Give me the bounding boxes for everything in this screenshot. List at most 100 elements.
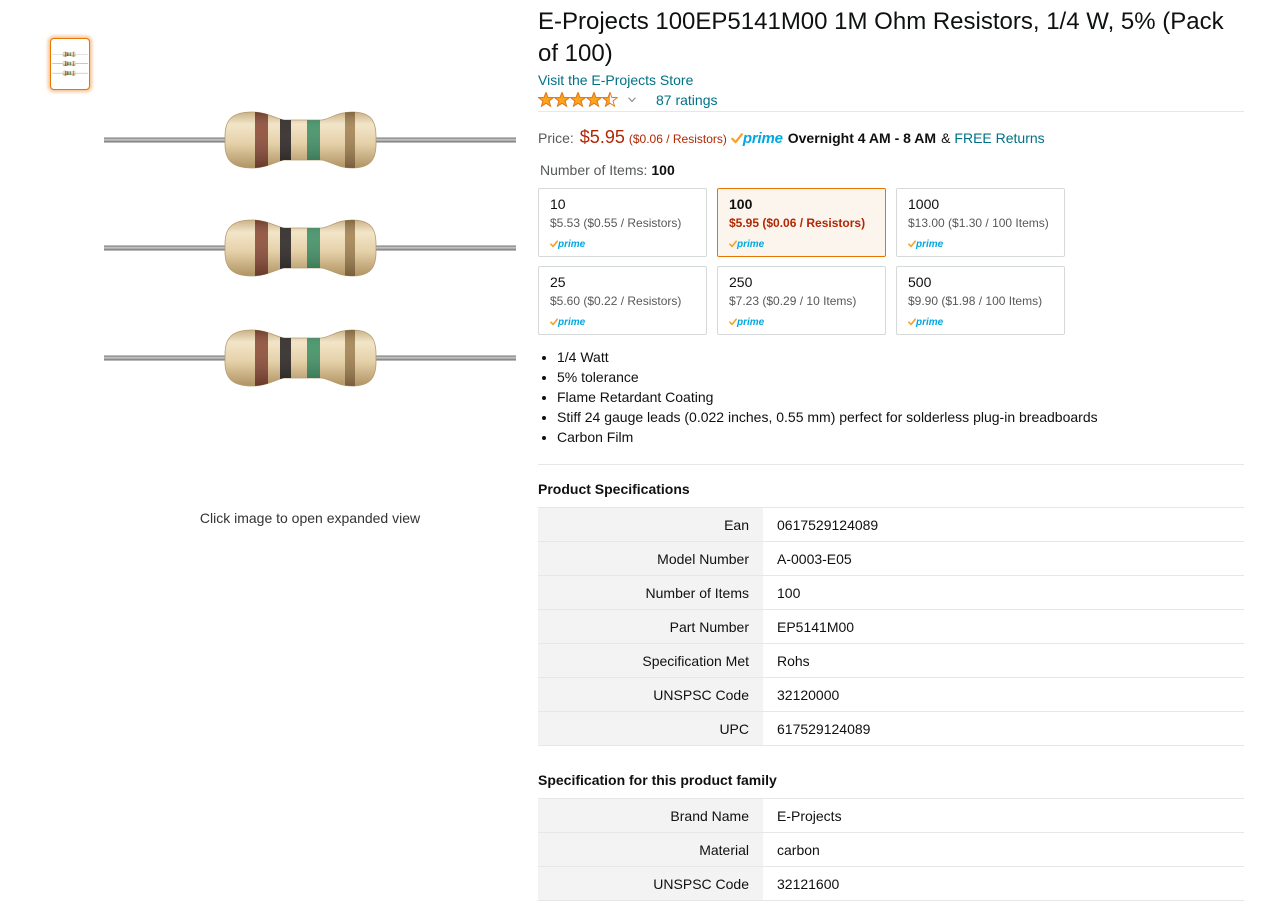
spec-row: UNSPSC Code 32120000 — [538, 677, 1244, 711]
feature-bullet: 5% tolerance — [557, 367, 1244, 387]
number-of-items-label: Number of Items: — [540, 162, 648, 178]
price-row: Price: $5.95 ($0.06 / Resistors) prime O… — [538, 124, 1045, 150]
quantity-option-250[interactable]: 250 $7.23 ($0.29 / 10 Items) prime — [717, 266, 886, 335]
quantity-option-100[interactable]: 100 $5.95 ($0.06 / Resistors) prime — [717, 188, 886, 257]
spec-value: Rohs — [777, 652, 810, 669]
thumbnail-image[interactable] — [50, 38, 90, 90]
product-title: E-Projects 100EP5141M00 1M Ohm Resistors… — [538, 8, 1224, 67]
prime-logo: prime — [731, 128, 783, 149]
number-of-items-value: 100 — [651, 162, 675, 178]
spec-label: UNSPSC Code — [538, 867, 763, 900]
resistor — [104, 328, 516, 388]
product-specifications-heading: Product Specifications — [538, 481, 690, 497]
feature-bullets: 1/4 Watt 5% tolerance Flame Retardant Co… — [538, 347, 1244, 447]
prime-logo: prime — [908, 313, 943, 330]
chevron-down-icon[interactable] — [628, 97, 636, 103]
ratings-count-link[interactable]: 87 ratings — [656, 90, 717, 110]
star-icon — [585, 92, 603, 108]
prime-wordmark: prime — [742, 130, 783, 147]
spec-row: Material carbon — [538, 832, 1244, 866]
spec-label: Number of Items — [538, 576, 763, 609]
resistor — [104, 110, 516, 170]
prime-logo: prime — [729, 235, 764, 252]
spec-value: E-Projects — [777, 807, 842, 824]
prime-wordmark: prime — [558, 239, 586, 250]
prime-wordmark: prime — [558, 317, 586, 328]
store-link[interactable]: Visit the E-Projects Store — [538, 70, 693, 90]
quantity-option-25[interactable]: 25 $5.60 ($0.22 / Resistors) prime — [538, 266, 707, 335]
check-icon — [550, 318, 558, 326]
price-per-unit: ($0.06 / Resistors) — [628, 132, 727, 146]
product-specifications-table: Ean 0617529124089 Model Number A-0003-E0… — [538, 507, 1244, 746]
star-icon — [601, 92, 618, 108]
option-quantity: 10 — [550, 196, 566, 212]
rating-row: 87 ratings — [538, 90, 717, 110]
prime-wordmark: prime — [737, 317, 765, 328]
option-quantity: 500 — [908, 274, 932, 290]
check-icon — [550, 240, 558, 248]
prime-logo: prime — [729, 313, 764, 330]
option-quantity: 100 — [729, 196, 753, 212]
number-of-items: Number of Items: 100 — [540, 160, 675, 180]
check-icon — [729, 240, 737, 248]
spec-label: Model Number — [538, 542, 763, 575]
spec-value: 32120000 — [777, 686, 840, 703]
option-price: $7.23 ($0.29 / 10 Items) — [729, 294, 857, 308]
resistor — [104, 218, 516, 278]
divider — [538, 111, 1244, 112]
feature-bullet: Carbon Film — [557, 427, 1244, 447]
option-quantity: 25 — [550, 274, 566, 290]
spec-row: Ean 0617529124089 — [538, 507, 1244, 541]
spec-row: Part Number EP5141M00 — [538, 609, 1244, 643]
option-price: $5.53 ($0.55 / Resistors) — [550, 216, 682, 230]
spec-row: Model Number A-0003-E05 — [538, 541, 1244, 575]
spec-row: Number of Items 100 — [538, 575, 1244, 609]
option-quantity: 1000 — [908, 196, 940, 212]
quantity-option-1000[interactable]: 1000 $13.00 ($1.30 / 100 Items) prime — [896, 188, 1065, 257]
spec-label: Specification Met — [538, 644, 763, 677]
spec-row: Brand Name E-Projects — [538, 798, 1244, 832]
spec-value: carbon — [777, 841, 820, 858]
prime-logo: prime — [550, 313, 585, 330]
star-icon — [569, 92, 587, 108]
thumbnail-resistors-picture — [52, 46, 88, 82]
option-price: $13.00 ($1.30 / 100 Items) — [908, 216, 1049, 230]
spec-label: Material — [538, 833, 763, 866]
prime-wordmark: prime — [737, 239, 765, 250]
check-icon — [908, 240, 916, 248]
check-icon — [729, 318, 737, 326]
option-quantity: 250 — [729, 274, 753, 290]
feature-bullet: Stiff 24 gauge leads (0.022 inches, 0.55… — [557, 407, 1244, 427]
quantity-option-10[interactable]: 10 $5.53 ($0.55 / Resistors) prime — [538, 188, 707, 257]
spec-row: UNSPSC Code 32121600 — [538, 866, 1244, 901]
spec-value: A-0003-E05 — [777, 550, 852, 567]
option-price: $9.90 ($1.98 / 100 Items) — [908, 294, 1043, 308]
prime-logo: prime — [550, 235, 585, 252]
feature-bullet: Flame Retardant Coating — [557, 387, 1244, 407]
resistors-picture — [104, 45, 516, 460]
star-rating[interactable] — [538, 92, 618, 108]
option-price: $5.60 ($0.22 / Resistors) — [550, 294, 682, 308]
prime-logo: prime — [908, 235, 943, 252]
spec-value: 617529124089 — [777, 720, 871, 737]
price-label: Price: — [538, 130, 574, 146]
spec-label: Part Number — [538, 610, 763, 643]
quantity-option-500[interactable]: 500 $9.90 ($1.98 / 100 Items) prime — [896, 266, 1065, 335]
spec-value: EP5141M00 — [777, 618, 855, 635]
connector-text: & — [941, 130, 951, 146]
delivery-window: Overnight 4 AM - 8 AM — [787, 130, 937, 146]
quantity-options: 10 $5.53 ($0.55 / Resistors) prime 100 $… — [538, 188, 1065, 335]
product-details: E-Projects 100EP5141M00 1M Ohm Resistors… — [538, 0, 1244, 906]
main-product-image[interactable] — [104, 45, 516, 460]
image-caption: Click image to open expanded view — [199, 510, 421, 526]
divider — [538, 464, 1244, 465]
price-amount: $5.95 — [579, 127, 625, 147]
spec-value: 32121600 — [777, 875, 840, 892]
prime-wordmark: prime — [916, 239, 944, 250]
spec-label: Ean — [538, 508, 763, 541]
check-icon — [731, 133, 743, 144]
star-icon — [538, 92, 555, 108]
prime-wordmark: prime — [916, 317, 944, 328]
option-price: $5.95 ($0.06 / Resistors) — [729, 216, 866, 230]
free-returns-link[interactable]: FREE Returns — [954, 128, 1044, 148]
